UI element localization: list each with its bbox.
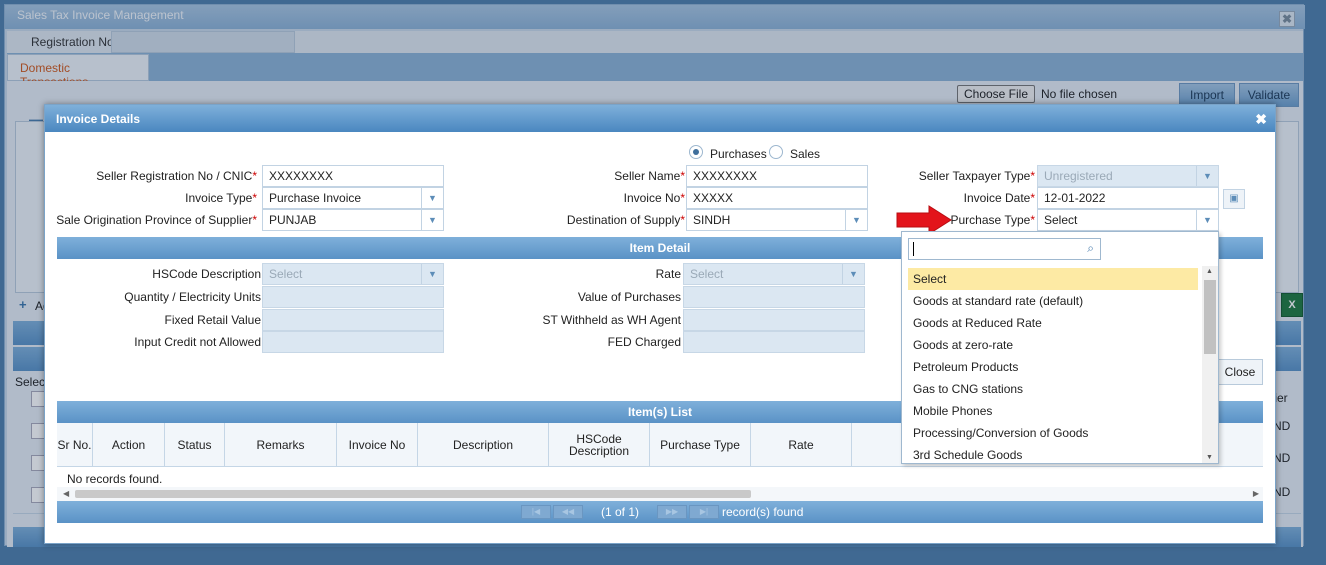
invoice-no-input[interactable]: XXXXX xyxy=(686,187,868,209)
scroll-thumb[interactable] xyxy=(75,490,751,498)
radio-purchases-label: Purchases xyxy=(710,147,767,161)
text-cursor xyxy=(913,242,914,256)
modal-title-text: Invoice Details xyxy=(56,112,141,126)
seller-name-label: Seller Name* xyxy=(614,169,685,183)
col-hscode: HSCode Description xyxy=(549,423,650,467)
chevron-down-icon[interactable]: ▼ xyxy=(1196,210,1218,230)
sale-origin-select[interactable]: PUNJAB ▼ xyxy=(262,209,444,231)
st-withheld-label: ST Withheld as WH Agent xyxy=(542,313,681,327)
dropdown-option[interactable]: 3rd Schedule Goods xyxy=(908,444,1198,466)
radio-purchases[interactable] xyxy=(689,145,703,159)
invoice-date-label: Invoice Date* xyxy=(963,191,1035,205)
dropdown-option[interactable]: Mobile Phones xyxy=(908,400,1198,422)
dropdown-option[interactable]: Gas to CNG stations xyxy=(908,378,1198,400)
dropdown-option[interactable]: Goods at Reduced Rate xyxy=(908,312,1198,334)
destination-select[interactable]: SINDH ▼ xyxy=(686,209,868,231)
seller-reg-label: Seller Registration No / CNIC* xyxy=(96,169,257,183)
dropdown-option[interactable]: Select xyxy=(908,268,1198,290)
purchase-type-select[interactable]: Select ▼ xyxy=(1037,209,1219,231)
no-records-text: No records found. xyxy=(67,472,163,486)
taxpayer-type-label: Seller Taxpayer Type* xyxy=(918,169,1035,183)
items-scrollbar[interactable]: ◀ ▶ xyxy=(57,487,1263,501)
dropdown-option[interactable]: Goods at zero-rate xyxy=(908,334,1198,356)
sale-origin-label: Sale Origination Province of Supplier* xyxy=(56,213,257,227)
col-remarks: Remarks xyxy=(225,423,337,467)
input-credit-label: Input Credit not Allowed xyxy=(134,335,261,349)
modal-close-icon[interactable]: ✖ xyxy=(1255,111,1267,128)
seller-reg-input[interactable]: XXXXXXXX xyxy=(262,165,444,187)
input-credit-input[interactable] xyxy=(262,331,444,353)
dropdown-scroll-thumb[interactable] xyxy=(1204,280,1216,354)
invoice-no-label: Invoice No* xyxy=(623,191,685,205)
last-page-icon: ▶| xyxy=(689,505,719,519)
search-icon[interactable]: ⌕ xyxy=(1087,241,1094,256)
modal-title: Invoice Details xyxy=(45,105,1275,132)
scroll-left-icon[interactable]: ◀ xyxy=(63,489,69,498)
hscode-select: Select ▼ xyxy=(262,263,444,285)
rate-label: Rate xyxy=(655,267,681,281)
page-info: (1 of 1) xyxy=(601,505,640,519)
scroll-up-icon[interactable]: ▲ xyxy=(1206,268,1213,275)
calendar-icon[interactable]: ▣ xyxy=(1223,189,1245,209)
col-description: Description xyxy=(418,423,549,467)
col-purchase-type: Purchase Type xyxy=(650,423,751,467)
quantity-input[interactable] xyxy=(262,286,444,308)
prev-page-icon: ◀◀ xyxy=(553,505,583,519)
dropdown-option[interactable]: Goods at standard rate (default) xyxy=(908,290,1198,312)
close-button[interactable]: Close xyxy=(1217,359,1263,385)
invoice-type-label: Invoice Type* xyxy=(185,191,257,205)
rate-select: Select ▼ xyxy=(683,263,865,285)
dropdown-option[interactable]: Petroleum Products xyxy=(908,356,1198,378)
chevron-down-icon[interactable]: ▼ xyxy=(421,188,443,208)
chevron-down-icon: ▼ xyxy=(421,264,443,284)
invoice-type-select[interactable]: Purchase Invoice ▼ xyxy=(262,187,444,209)
col-invoice-no: Invoice No xyxy=(337,423,418,467)
col-rate: Rate xyxy=(751,423,852,467)
col-status: Status xyxy=(165,423,225,467)
chevron-down-icon: ▼ xyxy=(842,264,864,284)
fed-input[interactable] xyxy=(683,331,865,353)
seller-name-input[interactable]: XXXXXXXX xyxy=(686,165,868,187)
dropdown-option[interactable]: Processing/Conversion of Goods xyxy=(908,422,1198,444)
st-withheld-input[interactable] xyxy=(683,309,865,331)
first-page-icon: |◀ xyxy=(521,505,551,519)
chevron-down-icon[interactable]: ▼ xyxy=(845,210,867,230)
invoice-date-input[interactable]: 12-01-2022 xyxy=(1037,187,1219,209)
destination-label: Destination of Supply* xyxy=(566,213,685,227)
taxpayer-type-select: Unregistered ▼ xyxy=(1037,165,1219,187)
col-action: Action xyxy=(93,423,165,467)
records-found-label: record(s) found xyxy=(722,505,804,519)
radio-sales-label: Sales xyxy=(790,147,821,161)
fixed-retail-label: Fixed Retail Value xyxy=(164,313,262,327)
dropdown-search-input[interactable]: ⌕ xyxy=(908,238,1101,260)
next-page-icon: ▶▶ xyxy=(657,505,687,519)
scroll-right-icon[interactable]: ▶ xyxy=(1253,489,1259,498)
quantity-label: Quantity / Electricity Units xyxy=(124,290,261,304)
hscode-label: HSCode Description xyxy=(152,267,261,281)
value-purchases-input[interactable] xyxy=(683,286,865,308)
radio-sales[interactable] xyxy=(769,145,783,159)
purchase-type-dropdown: ⌕ Select Goods at standard rate (default)… xyxy=(901,231,1219,464)
col-sr-no: Sr No. xyxy=(57,423,93,467)
fed-label: FED Charged xyxy=(607,335,681,349)
fixed-retail-input[interactable] xyxy=(262,309,444,331)
chevron-down-icon: ▼ xyxy=(1196,166,1218,186)
value-purchases-label: Value of Purchases xyxy=(577,290,681,304)
scroll-down-icon[interactable]: ▼ xyxy=(1206,454,1213,461)
paginator: |◀ ◀◀ (1 of 1) ▶▶ ▶| record(s) found xyxy=(57,501,1263,523)
dropdown-scrollbar[interactable]: ▲ ▼ xyxy=(1202,266,1218,463)
chevron-down-icon[interactable]: ▼ xyxy=(421,210,443,230)
